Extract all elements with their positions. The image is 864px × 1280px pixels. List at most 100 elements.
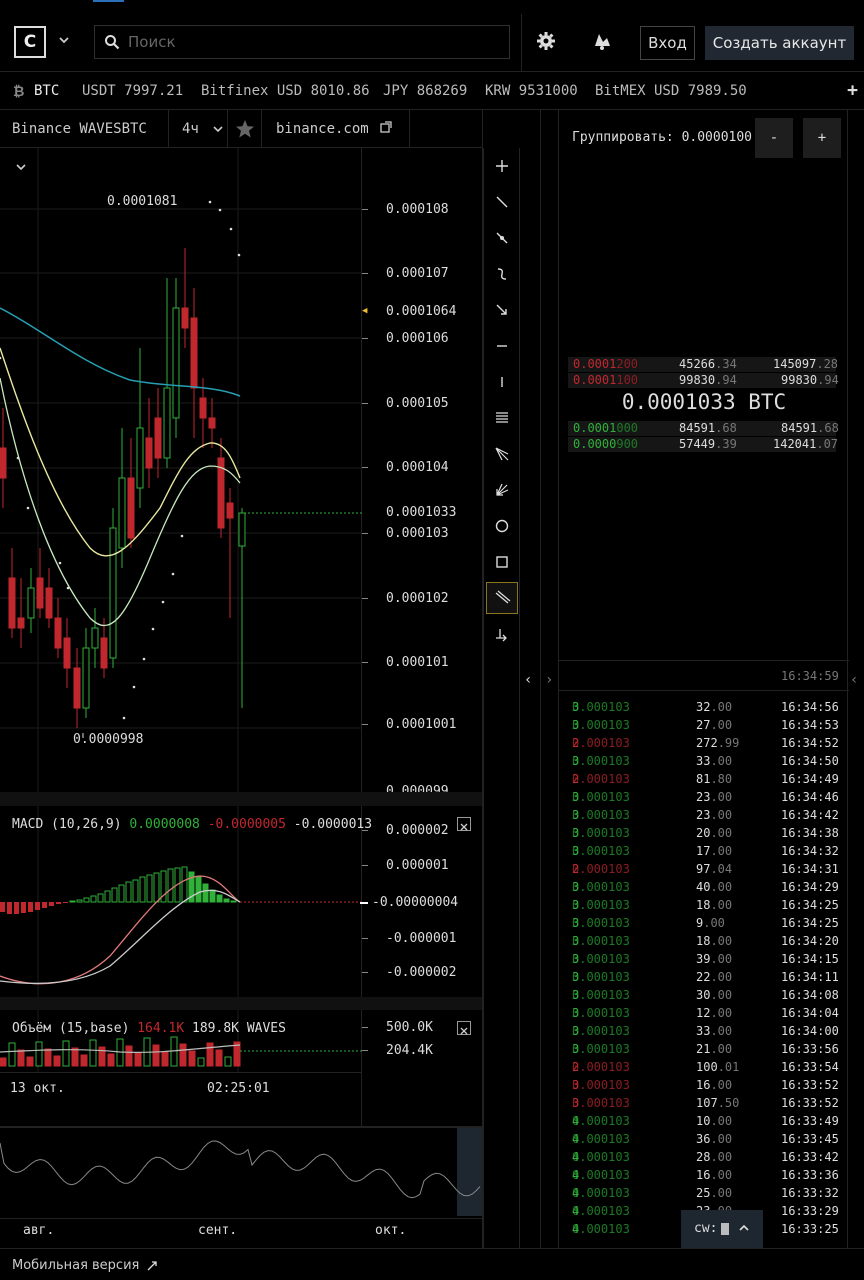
- search-input[interactable]: [128, 32, 488, 52]
- ticker-item[interactable]: JPY 868269: [383, 83, 467, 99]
- collapse-right-icon[interactable]: ›: [545, 672, 553, 688]
- candle-body: [17, 617, 25, 629]
- trade-qty: 100.01: [696, 1060, 740, 1074]
- trend-line-icon[interactable]: [490, 190, 514, 214]
- divider: [559, 660, 849, 661]
- ticker-item[interactable]: KRW 9531000: [485, 83, 578, 99]
- group-plus-button[interactable]: +: [803, 118, 841, 158]
- alerts-icon[interactable]: [590, 30, 614, 52]
- rectangle-icon[interactable]: [490, 550, 514, 574]
- bid-row[interactable]: 0.0000900 57449.39 142041.07: [568, 437, 838, 452]
- macd-histogram-bar: [216, 894, 223, 903]
- candle-body: [100, 637, 108, 669]
- candle-body: [136, 427, 144, 489]
- collapse-left-icon[interactable]: ‹: [524, 672, 532, 688]
- interval-label: 4ч: [182, 121, 199, 137]
- close-icon[interactable]: [457, 1021, 471, 1035]
- macd-histogram-bar: [21, 902, 26, 913]
- trade-time: 16:34:08: [781, 988, 839, 1002]
- axis-tick: [362, 830, 368, 831]
- mobile-version-link[interactable]: Мобильная версия: [12, 1258, 139, 1273]
- chevron-down-icon[interactable]: [58, 34, 70, 48]
- trade-row: 0.000103 2 100.01 16:33:54: [572, 1060, 839, 1074]
- ask-row[interactable]: 0.0001100 99830.94 99830.94: [568, 373, 839, 388]
- pane-separator[interactable]: [0, 997, 482, 1010]
- vertical-line-icon[interactable]: [490, 370, 514, 394]
- overview-window[interactable]: [457, 1128, 482, 1216]
- alert-marker-icon[interactable]: ◀: [362, 306, 367, 316]
- search-box[interactable]: [94, 25, 510, 59]
- trade-row: 0.000103 3 16.00 16:33:52: [572, 1078, 839, 1092]
- ticker-item[interactable]: USDT 7997.21: [82, 83, 183, 99]
- macd-histogram-bar: [49, 902, 54, 906]
- market-selector[interactable]: Binance WAVESBTC: [0, 110, 169, 171]
- axis-tick: [362, 865, 368, 866]
- horizontal-line-icon[interactable]: [490, 334, 514, 358]
- ask-row[interactable]: 0.0001200 45266.34 145097.28: [568, 357, 838, 372]
- bid-row[interactable]: 0.0001000 84591.68 84591.68: [568, 421, 839, 436]
- trade-qty: 28.00: [696, 1150, 733, 1164]
- price-axis-label: 0.000108: [386, 202, 449, 217]
- trade-time: 16:34:52: [781, 736, 839, 750]
- trade-row: 0.000103 3 39.00 16:34:15: [572, 952, 839, 966]
- macd-histogram-bar: [97, 893, 104, 903]
- volume-chart[interactable]: [0, 1010, 362, 1072]
- trade-time: 16:34:11: [781, 970, 839, 984]
- logo[interactable]: C: [14, 26, 46, 58]
- pitchfork-icon[interactable]: [490, 442, 514, 466]
- trade-qty: 23.00: [696, 808, 733, 822]
- qty-tail: .39: [715, 437, 737, 451]
- price-chart[interactable]: [0, 148, 362, 792]
- price-tail: 100: [616, 373, 639, 387]
- trade-qty: 23.00: [696, 790, 733, 804]
- fan-icon[interactable]: [490, 478, 514, 502]
- ticker-item[interactable]: BitMEX USD 7989.50: [595, 83, 747, 99]
- arrow-icon[interactable]: [490, 298, 514, 322]
- ray-icon[interactable]: [490, 226, 514, 250]
- fibonacci-icon[interactable]: [490, 406, 514, 430]
- gear-icon[interactable]: [535, 30, 557, 52]
- macd-chart[interactable]: [0, 806, 362, 997]
- volume-label: Объём (15,base): [12, 1021, 130, 1036]
- add-ticker-button[interactable]: +: [847, 80, 858, 101]
- candle-body: [63, 637, 71, 669]
- volume-bar: [62, 1040, 70, 1067]
- axis-tick: [362, 467, 368, 468]
- signup-button[interactable]: Создать аккаунт: [705, 26, 854, 60]
- ticker-base[interactable]: BTC: [34, 83, 59, 99]
- price-tail: 000: [616, 421, 639, 435]
- star-icon[interactable]: [228, 110, 262, 148]
- login-button[interactable]: Вход: [640, 26, 695, 60]
- expand-icon[interactable]: [146, 1260, 158, 1272]
- macd-histogram-bar: [181, 866, 188, 903]
- group-minus-button[interactable]: -: [755, 118, 793, 158]
- price-axis-label: 0.000101: [386, 655, 449, 670]
- macd-histogram-bar: [139, 876, 146, 903]
- ticker-item[interactable]: Bitfinex USD 8010.86: [201, 83, 370, 99]
- trade-row: 0.000103 3 33.00 16:34:00: [572, 1024, 839, 1038]
- expand-sidebar-icon[interactable]: ‹: [850, 672, 858, 688]
- axis-tick: [362, 273, 368, 274]
- close-icon[interactable]: [457, 817, 471, 831]
- curve-icon[interactable]: [490, 262, 514, 286]
- interval-selector[interactable]: 4ч: [169, 110, 228, 148]
- circle-icon[interactable]: [490, 514, 514, 538]
- trade-time: 16:34:29: [781, 880, 839, 894]
- pane-separator[interactable]: [0, 792, 482, 806]
- axis-tick: [362, 938, 368, 939]
- candle-body: [82, 647, 90, 709]
- overview-chart[interactable]: [0, 1128, 482, 1218]
- measure-icon[interactable]: [490, 622, 514, 646]
- chat-button[interactable]: cw:: [681, 1210, 763, 1248]
- trade-qty: 97.04: [696, 862, 733, 876]
- axis-tick: [362, 972, 368, 973]
- exchange-link[interactable]: binance.com: [262, 110, 410, 148]
- trade-row: 0.000103 3 32.00 16:34:56: [572, 700, 839, 714]
- candle-body: [199, 397, 207, 419]
- macd-histogram-bar: [42, 902, 47, 908]
- trade-time: 16:34:25: [781, 898, 839, 912]
- qty-tail: .68: [715, 421, 737, 435]
- parallel-channel-icon[interactable]: [486, 582, 518, 614]
- crosshair-icon[interactable]: [490, 154, 514, 178]
- candle-body: [226, 502, 234, 519]
